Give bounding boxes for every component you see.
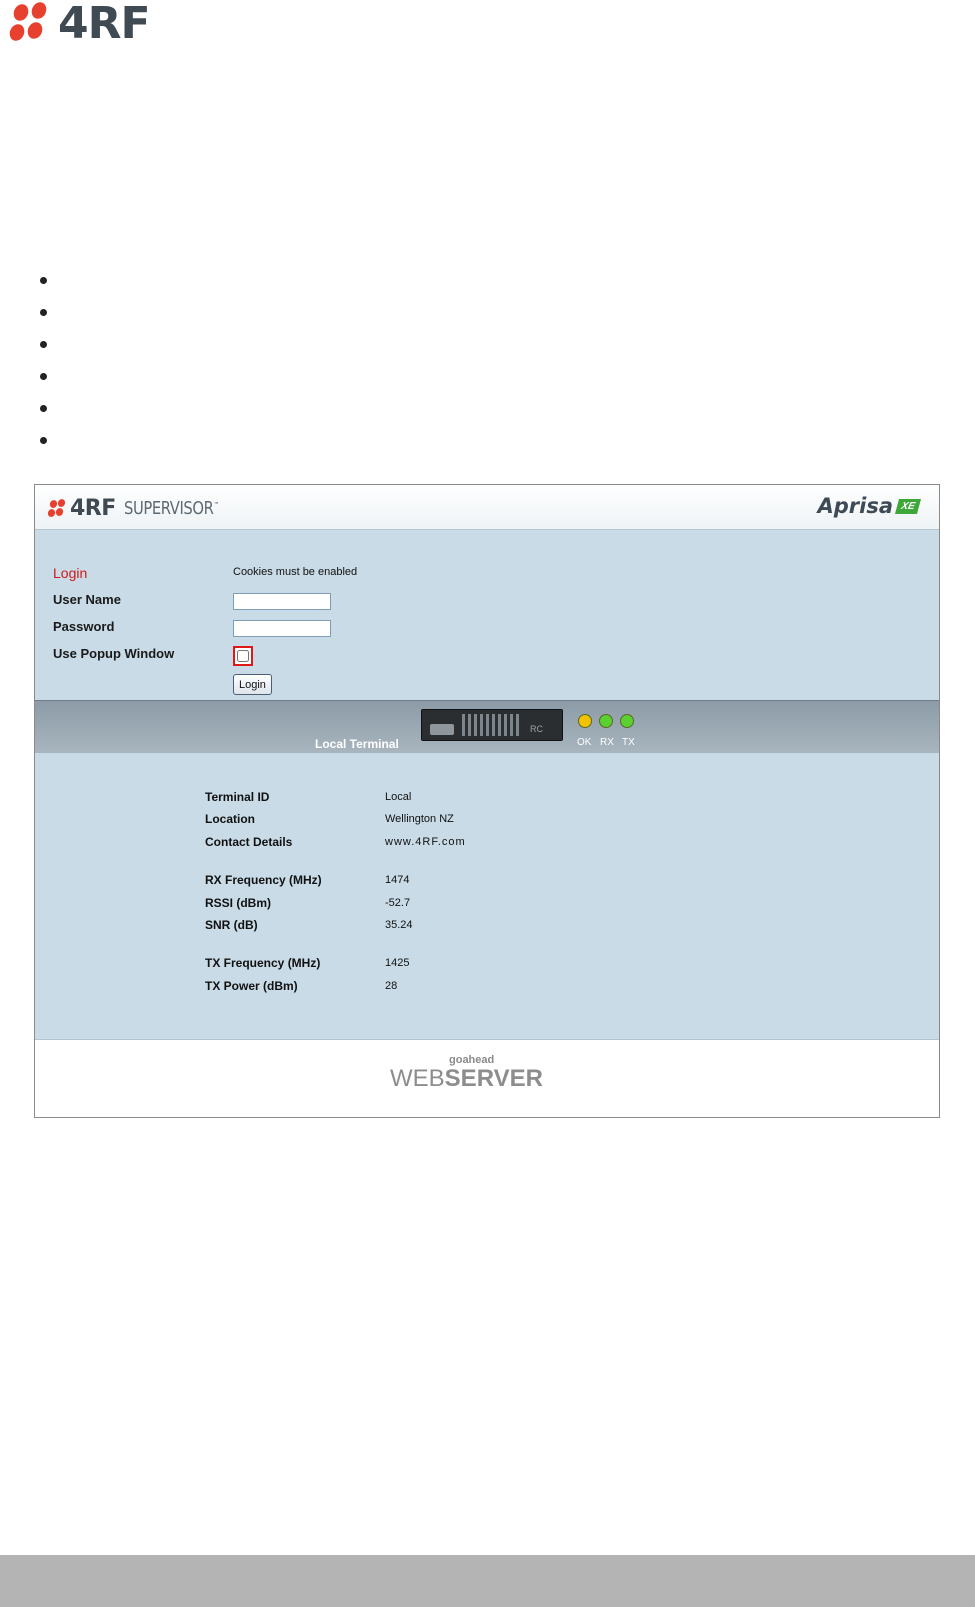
web-text: WEB [390, 1065, 445, 1092]
tx-power-label: TX Power (dBm) [205, 979, 298, 993]
ok-led-label: OK [577, 737, 592, 748]
aprisa-logo: Aprisa XE [817, 494, 922, 518]
login-title: Login [53, 565, 88, 581]
aprisa-badge: XE [894, 498, 922, 514]
webserver-logo: WEBSERVER [390, 1065, 543, 1093]
supervisor-window: 4RF SUPERVISOR™ Aprisa XE Login Cookies … [34, 484, 940, 1118]
tx-led-label: TX [622, 737, 635, 748]
terminal-id-label: Terminal ID [205, 790, 270, 804]
logo-dots-icon [7, 0, 56, 46]
snr-value: 35.24 [385, 919, 413, 931]
supervisor-logo: 4RF SUPERVISOR™ [46, 495, 239, 521]
login-panel: Login Cookies must be enabled User Name … [35, 530, 939, 700]
popup-window-checkbox[interactable] [237, 650, 249, 662]
trademark: ™ [213, 500, 219, 509]
popup-window-checkbox-highlight [233, 646, 253, 666]
location-label: Location [205, 812, 255, 826]
password-label: Password [53, 619, 115, 634]
cookies-note: Cookies must be enabled [233, 566, 358, 578]
terminal-id-value: Local [385, 791, 412, 803]
app-header: 4RF SUPERVISOR™ Aprisa XE [35, 485, 939, 530]
terminal-bar: Local Terminal RC OK RX TX [35, 700, 939, 753]
tx-led-icon [620, 714, 634, 728]
product-label: SUPERVISOR [123, 497, 214, 519]
tx-frequency-value: 1425 [385, 957, 410, 969]
password-input[interactable] [233, 620, 331, 637]
rssi-label: RSSI (dBm) [205, 896, 271, 910]
terminal-label: Local Terminal [315, 737, 399, 751]
port-icon [430, 724, 454, 735]
rx-led-label: RX [600, 737, 614, 748]
login-button[interactable]: Login [233, 674, 272, 695]
page-logo-text: 4RF [58, 0, 151, 49]
snr-label: SNR (dB) [205, 918, 258, 932]
terminal-device-image: RC [421, 709, 563, 741]
location-value: Wellington NZ [385, 813, 454, 825]
port-grid [462, 714, 522, 736]
tx-power-value: 28 [385, 980, 398, 992]
server-text: SERVER [444, 1065, 543, 1092]
logo-dots-icon [46, 497, 67, 519]
rx-frequency-value: 1474 [385, 874, 410, 886]
rx-led-icon [599, 714, 613, 728]
page-logo: 4RF [7, 0, 151, 49]
tx-frequency-label: TX Frequency (MHz) [205, 956, 321, 970]
rssi-value: -52.7 [385, 897, 411, 909]
device-tag: RC [530, 724, 543, 734]
rx-frequency-label: RX Frequency (MHz) [205, 873, 322, 887]
brand-text: 4RF [70, 495, 116, 521]
username-input[interactable] [233, 593, 331, 610]
terminal-info: Terminal ID Local Location Wellington NZ… [35, 753, 939, 1039]
product-name: SUPERVISOR™ [124, 498, 219, 519]
contact-value: www.4RF.com [385, 836, 466, 848]
contact-label: Contact Details [205, 835, 293, 849]
aprisa-text: Aprisa [817, 494, 893, 518]
username-label: User Name [53, 592, 121, 607]
app-footer: goahead WEBSERVER [35, 1039, 939, 1117]
popup-window-label: Use Popup Window [53, 646, 175, 661]
page-footer-bar [0, 1555, 975, 1607]
ok-led-icon [578, 714, 592, 728]
